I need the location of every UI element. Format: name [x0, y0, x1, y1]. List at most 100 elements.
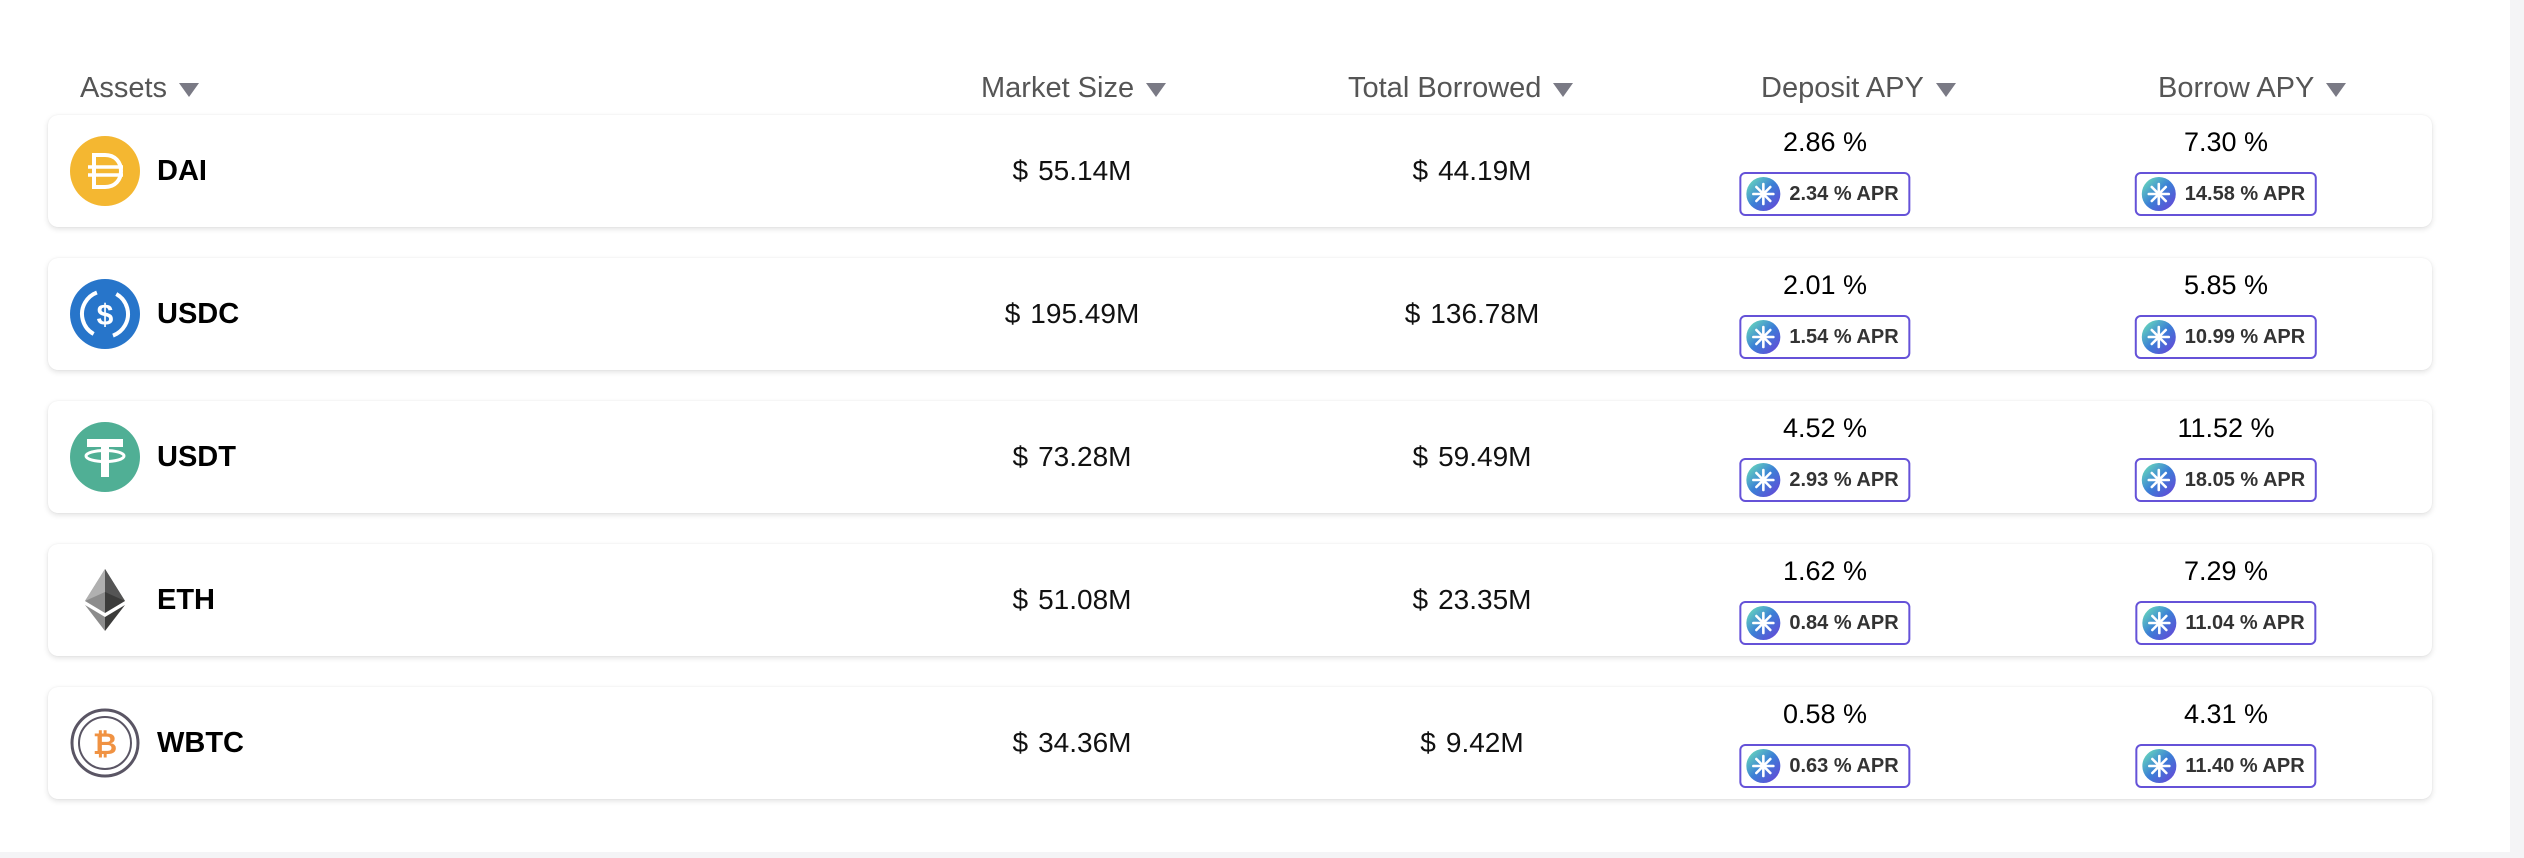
deposit-apr-value: 0.63 % APR [1789, 754, 1899, 777]
sort-deposit-apy-header[interactable]: Deposit APY [1761, 64, 1956, 112]
deposit-apy-cell: 1.62 % 0.84 % APR [1715, 556, 1935, 646]
deposit-reward-apr-badge[interactable]: 2.34 % APR [1739, 172, 1911, 216]
sort-market-size-header[interactable]: Market Size [981, 64, 1167, 112]
svg-text:$: $ [97, 299, 114, 332]
asset-row-dai[interactable]: DAI $ 55.14M $ 44.19M 2.86 % 2.34 % APR [48, 115, 2432, 227]
market-size-value: 51.08M [1038, 584, 1132, 615]
asset-row-usdt[interactable]: USDT $ 73.28M $ 59.49M 4.52 % 2.93 % APR [48, 401, 2432, 513]
reward-token-icon [1745, 605, 1781, 641]
total-borrowed-cell: $ 136.78M [1405, 258, 1540, 370]
currency-symbol: $ [1012, 441, 1029, 472]
currency-symbol: $ [1012, 155, 1029, 186]
sort-assets-header[interactable]: Assets [80, 64, 200, 112]
deposit-apy-value: 1.62 % [1782, 556, 1868, 586]
eth-icon [70, 565, 140, 635]
sort-down-icon [1553, 83, 1574, 97]
asset-symbol: DAI [157, 154, 207, 187]
total-borrowed-cell: $ 9.42M [1420, 687, 1523, 799]
deposit-apy-value: 2.01 % [1782, 270, 1868, 300]
deposit-reward-apr-badge[interactable]: 1.54 % APR [1739, 315, 1911, 359]
borrow-apy-cell: 4.31 % 11.40 % APR [2116, 699, 2336, 789]
reward-token-icon [2141, 176, 2177, 212]
deposit-apy-value: 4.52 % [1782, 413, 1868, 443]
currency-symbol: $ [1404, 298, 1421, 329]
borrow-apr-value: 18.05 % APR [2184, 468, 2306, 491]
deposit-reward-apr-badge[interactable]: 2.93 % APR [1739, 458, 1911, 502]
asset-row-wbtc[interactable]: ₿ WBTC $ 34.36M $ 9.42M 0.58 % 0.63 % AP… [48, 687, 2432, 799]
asset-row-eth[interactable]: ETH $ 51.08M $ 23.35M 1.62 % 0.84 % APR [48, 544, 2432, 656]
market-size-value: 73.28M [1038, 441, 1132, 472]
borrow-reward-apr-badge[interactable]: 14.58 % APR [2134, 172, 2318, 216]
sort-down-icon [1146, 83, 1167, 97]
borrow-reward-apr-badge[interactable]: 10.99 % APR [2134, 315, 2318, 359]
market-size-cell: $ 195.49M [1005, 258, 1140, 370]
total-borrowed-value: 23.35M [1438, 584, 1532, 615]
total-borrowed-value: 9.42M [1445, 727, 1524, 758]
sort-down-icon [179, 83, 200, 97]
deposit-apr-value: 1.54 % APR [1789, 325, 1899, 348]
borrow-apy-cell: 5.85 % 10.99 % APR [2116, 270, 2336, 360]
deposit-apr-value: 0.84 % APR [1789, 611, 1899, 634]
currency-symbol: $ [1420, 727, 1436, 758]
borrow-reward-apr-badge[interactable]: 11.04 % APR [2135, 601, 2317, 645]
table-header: Assets Market Size Total Borrowed Deposi… [0, 64, 2510, 112]
currency-symbol: $ [1012, 727, 1029, 758]
header-label: Borrow APY [2158, 71, 2315, 104]
market-size-cell: $ 55.14M [1013, 115, 1132, 227]
header-label: Deposit APY [1761, 71, 1924, 104]
sort-down-icon [1935, 83, 1956, 97]
market-size-value: 195.49M [1030, 298, 1140, 329]
borrow-apy-cell: 11.52 % 18.05 % APR [2116, 413, 2336, 503]
reward-token-icon [2141, 748, 2177, 784]
reward-token-icon [1745, 462, 1781, 498]
market-size-value: 34.36M [1038, 727, 1132, 758]
svg-text:₿: ₿ [93, 728, 117, 761]
header-label: Total Borrowed [1348, 71, 1542, 104]
reward-token-icon [2141, 319, 2177, 355]
reward-token-icon [1745, 319, 1781, 355]
reward-token-icon [1745, 748, 1781, 784]
market-size-value: 55.14M [1038, 155, 1132, 186]
borrow-apy-value: 7.30 % [2183, 127, 2269, 157]
deposit-apy-value: 2.86 % [1782, 127, 1868, 157]
market-size-cell: $ 34.36M [1013, 687, 1132, 799]
currency-symbol: $ [1412, 584, 1429, 615]
asset-symbol: ETH [157, 583, 215, 616]
reward-token-icon [2141, 605, 2177, 641]
deposit-reward-apr-badge[interactable]: 0.63 % APR [1739, 744, 1911, 788]
borrow-apr-value: 14.58 % APR [2184, 182, 2306, 205]
deposit-apr-value: 2.93 % APR [1789, 468, 1899, 491]
sort-total-borrowed-header[interactable]: Total Borrowed [1348, 64, 1574, 112]
header-label: Assets [80, 71, 168, 104]
wbtc-icon: ₿ [70, 708, 140, 778]
asset-row-usdc[interactable]: $ USDC $ 195.49M $ 136.78M 2.01 % 1.54 %… [48, 258, 2432, 370]
deposit-apy-cell: 2.01 % 1.54 % APR [1715, 270, 1935, 360]
borrow-reward-apr-badge[interactable]: 18.05 % APR [2134, 458, 2318, 502]
total-borrowed-cell: $ 23.35M [1413, 544, 1532, 656]
borrow-apy-value: 5.85 % [2183, 270, 2269, 300]
usdc-icon: $ [70, 279, 140, 349]
sort-borrow-apy-header[interactable]: Borrow APY [2158, 64, 2347, 112]
borrow-apy-value: 11.52 % [2177, 413, 2275, 443]
borrow-apr-value: 10.99 % APR [2184, 325, 2306, 348]
currency-symbol: $ [1412, 155, 1429, 186]
header-label: Market Size [981, 71, 1135, 104]
borrow-apr-value: 11.40 % APR [2185, 754, 2305, 777]
deposit-apy-cell: 2.86 % 2.34 % APR [1715, 127, 1935, 217]
sort-down-icon [2326, 83, 2347, 97]
deposit-apr-value: 2.34 % APR [1789, 182, 1899, 205]
total-borrowed-value: 136.78M [1430, 298, 1540, 329]
asset-symbol: USDT [157, 440, 236, 473]
deposit-apy-cell: 4.52 % 2.93 % APR [1715, 413, 1935, 503]
markets-panel: Assets Market Size Total Borrowed Deposi… [0, 0, 2510, 852]
total-borrowed-value: 44.19M [1438, 155, 1532, 186]
total-borrowed-cell: $ 59.49M [1413, 401, 1532, 513]
asset-symbol: USDC [157, 297, 240, 330]
total-borrowed-value: 59.49M [1438, 441, 1532, 472]
borrow-reward-apr-badge[interactable]: 11.40 % APR [2135, 744, 2317, 788]
borrow-apr-value: 11.04 % APR [2185, 611, 2305, 634]
borrow-apy-value: 4.31 % [2183, 699, 2269, 729]
deposit-reward-apr-badge[interactable]: 0.84 % APR [1739, 601, 1911, 645]
currency-symbol: $ [1412, 441, 1429, 472]
reward-token-icon [1745, 176, 1781, 212]
